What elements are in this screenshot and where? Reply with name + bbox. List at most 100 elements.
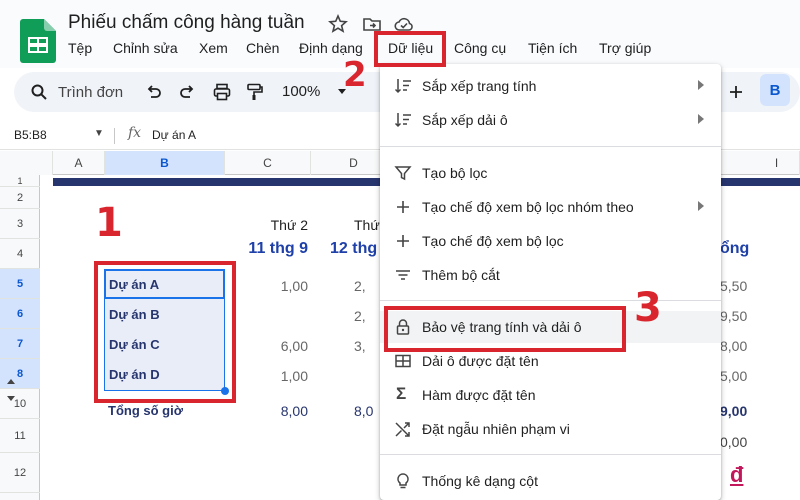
total-cell[interactable]: 8,00 bbox=[720, 338, 747, 354]
row-header-11[interactable]: 11 bbox=[0, 419, 40, 453]
menu-edit[interactable]: Chỉnh sửa bbox=[113, 40, 178, 56]
expand-up-icon[interactable] bbox=[7, 379, 15, 384]
search-label: Trình đơn bbox=[58, 84, 124, 101]
column-header-i[interactable]: I bbox=[754, 151, 800, 175]
row-header-5[interactable]: 5 bbox=[0, 269, 40, 299]
name-box[interactable]: B5:B8 bbox=[14, 128, 47, 142]
row-header-3[interactable]: 3 bbox=[0, 209, 40, 239]
row-header-12[interactable]: 12 bbox=[0, 453, 40, 493]
menu-help[interactable]: Trợ giúp bbox=[599, 40, 651, 56]
menu-item-label: Sắp xếp trang tính bbox=[422, 78, 537, 94]
menu-item-create-filter[interactable]: Tạo bộ lọc bbox=[380, 157, 721, 189]
column-header-b[interactable]: B bbox=[105, 151, 225, 175]
value-cell[interactable]: 1,00 bbox=[240, 278, 308, 294]
total-cell[interactable]: 9,50 bbox=[720, 308, 747, 324]
submenu-arrow-icon bbox=[698, 201, 704, 211]
menu-view[interactable]: Xem bbox=[199, 40, 228, 56]
total-value-c[interactable]: 8,00 bbox=[240, 403, 308, 419]
menu-divider bbox=[380, 454, 721, 455]
annotation-box-2 bbox=[374, 31, 446, 67]
annotation-number-2: 2 bbox=[343, 55, 367, 95]
menu-insert[interactable]: Chèn bbox=[246, 40, 279, 56]
search-menus[interactable]: Trình đơn bbox=[20, 76, 144, 108]
total-header: ổng bbox=[720, 240, 750, 257]
date-header-c: 11 thg 9 bbox=[248, 240, 308, 257]
star-icon[interactable] bbox=[328, 14, 348, 34]
slicer-icon bbox=[396, 270, 410, 280]
column-header-c[interactable]: C bbox=[225, 151, 311, 175]
row-header-8[interactable]: 8 bbox=[0, 359, 40, 389]
menu-item-randomize-range[interactable]: Đặt ngẫu nhiên phạm vi bbox=[380, 413, 721, 445]
print-icon[interactable] bbox=[212, 82, 232, 102]
total-hours-label[interactable]: Tổng số giờ bbox=[108, 403, 183, 418]
value-cell[interactable]: 6,00 bbox=[240, 338, 308, 354]
annotation-box-1 bbox=[94, 261, 236, 403]
menu-item-filter-view[interactable]: Tạo chế độ xem bộ lọc bbox=[380, 225, 721, 257]
select-all-corner[interactable] bbox=[0, 151, 53, 175]
undo-icon[interactable] bbox=[144, 82, 164, 102]
menu-item-label: Tạo bộ lọc bbox=[422, 165, 488, 181]
row-header-10[interactable]: 10 bbox=[0, 389, 40, 419]
date-header-d: 12 thg bbox=[330, 240, 378, 257]
row-header-2[interactable]: 2 bbox=[0, 187, 40, 209]
column-header-a[interactable]: A bbox=[53, 151, 105, 175]
row-header-4[interactable]: 4 bbox=[0, 239, 40, 269]
data-menu-dropdown: Sắp xếp trang tính Sắp xếp dải ô Tạo bộ … bbox=[380, 64, 721, 500]
row-header-6[interactable]: 6 bbox=[0, 299, 40, 329]
total-value-right[interactable]: 9,00 bbox=[720, 403, 747, 419]
menu-item-label: Thống kê dạng cột bbox=[422, 473, 538, 489]
menu-divider bbox=[380, 300, 721, 301]
menu-item-label: Sắp xếp dải ô bbox=[422, 112, 508, 128]
menu-file[interactable]: Tệp bbox=[68, 40, 92, 56]
value-cell[interactable]: 1,00 bbox=[240, 368, 308, 384]
formula-divider bbox=[114, 128, 115, 144]
row-header-7[interactable]: 7 bbox=[0, 329, 40, 359]
formula-input[interactable]: Dự án A bbox=[152, 128, 196, 142]
row-headers: 1 2 3 4 5 6 7 8 10 11 12 bbox=[0, 175, 40, 500]
plus-icon bbox=[397, 235, 409, 247]
submenu-arrow-icon bbox=[698, 114, 704, 124]
menu-divider bbox=[380, 146, 721, 147]
annotation-number-1: 1 bbox=[95, 200, 123, 246]
value-cell[interactable]: 2, bbox=[354, 308, 366, 324]
currency-symbol[interactable]: đ bbox=[730, 462, 743, 488]
menu-item-group-filter-view[interactable]: Tạo chế độ xem bộ lọc nhóm theo bbox=[380, 191, 721, 223]
total-cell[interactable]: 5,00 bbox=[720, 368, 747, 384]
menu-extensions[interactable]: Tiện ích bbox=[528, 40, 577, 56]
plus-icon bbox=[397, 201, 409, 213]
menu-item-label: Đặt ngẫu nhiên phạm vi bbox=[422, 421, 570, 437]
total-value-d[interactable]: 8,0 bbox=[354, 403, 373, 419]
sort-icon bbox=[394, 79, 411, 94]
redo-icon[interactable] bbox=[177, 82, 197, 102]
sort-range-icon bbox=[394, 113, 411, 128]
zoom-select[interactable]: 100% bbox=[282, 83, 320, 100]
annotation-number-3: 3 bbox=[634, 285, 662, 331]
bold-button[interactable]: B bbox=[760, 74, 790, 106]
value-cell[interactable]: 2, bbox=[354, 278, 366, 294]
total-cell[interactable]: 5,50 bbox=[720, 278, 747, 294]
paint-format-icon[interactable] bbox=[245, 82, 265, 102]
lightbulb-icon bbox=[397, 473, 409, 489]
plus-icon[interactable] bbox=[726, 82, 746, 102]
expand-down-icon[interactable] bbox=[7, 396, 15, 401]
menu-item-sort-range[interactable]: Sắp xếp dải ô bbox=[380, 104, 721, 136]
menu-item-column-stats[interactable]: Thống kê dạng cột bbox=[380, 465, 721, 497]
menu-item-sort-sheet[interactable]: Sắp xếp trang tính bbox=[380, 70, 721, 102]
menu-item-named-functions[interactable]: Σ Hàm được đặt tên bbox=[380, 379, 721, 411]
row-header-1[interactable]: 1 bbox=[0, 175, 40, 187]
menu-format[interactable]: Định dạng bbox=[299, 40, 363, 56]
menu-item-add-slicer[interactable]: Thêm bộ cắt bbox=[380, 259, 721, 291]
document-title[interactable]: Phiếu chấm công hàng tuần bbox=[68, 12, 305, 34]
menu-item-label: Dải ô được đặt tên bbox=[422, 353, 539, 369]
menu-item-label: Hàm được đặt tên bbox=[422, 387, 536, 403]
menu-tools[interactable]: Công cụ bbox=[454, 40, 506, 56]
row11-value[interactable]: 0,00 bbox=[720, 434, 747, 450]
day-header-c: Thứ 2 bbox=[270, 217, 308, 233]
annotation-box-3 bbox=[384, 306, 626, 352]
menu-item-label: Tạo chế độ xem bộ lọc nhóm theo bbox=[422, 199, 634, 215]
name-box-caret-icon[interactable]: ▼ bbox=[94, 128, 104, 139]
sheets-logo-icon[interactable] bbox=[20, 19, 56, 63]
search-icon bbox=[31, 84, 47, 100]
value-cell[interactable]: 3, bbox=[354, 338, 366, 354]
submenu-arrow-icon bbox=[698, 80, 704, 90]
